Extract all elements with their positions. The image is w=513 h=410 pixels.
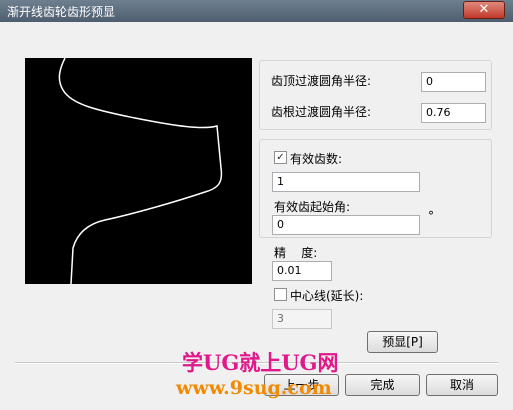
degree-symbol: ° — [428, 209, 434, 223]
effective-teeth-input[interactable]: 1 — [272, 172, 420, 192]
tooth-profile-curve — [58, 57, 223, 285]
precision-input[interactable]: 0.01 — [272, 261, 332, 281]
window-title: 渐开线齿轮齿形预显 — [7, 5, 116, 19]
gear-profile-preview — [25, 57, 252, 285]
root-fillet-label: 齿根过渡圆角半径: — [271, 105, 372, 119]
watermark-text: 学UG就上UG网 — [182, 350, 339, 375]
gear-tooth-profile — [58, 57, 223, 285]
close-icon: ✕ — [478, 2, 490, 17]
finish-button[interactable]: 完成 — [345, 374, 420, 396]
centerline-input: 3 — [272, 309, 332, 329]
tip-fillet-label: 齿顶过渡圆角半径: — [271, 74, 372, 88]
watermark-url: www.9sug.com — [176, 377, 332, 399]
preview-button[interactable]: 预显[P] — [367, 331, 438, 353]
effective-teeth-checkbox[interactable]: ✓ — [274, 151, 287, 164]
close-button[interactable]: ✕ — [463, 1, 505, 19]
dialog-window: 渐开线齿轮齿形预显 ✕ 齿顶过渡圆角半径: 0 齿根过渡圆角半径: 0.76 ✓… — [0, 0, 513, 410]
title-bar[interactable]: 渐开线齿轮齿形预显 ✕ — [0, 0, 513, 22]
start-angle-label: 有效齿起始角: — [274, 200, 351, 214]
check-icon: ✓ — [276, 152, 285, 163]
tip-fillet-input[interactable]: 0 — [421, 72, 486, 92]
centerline-label: 中心线(延长): — [290, 289, 364, 303]
dialog-client-area: 齿顶过渡圆角半径: 0 齿根过渡圆角半径: 0.76 ✓ 有效齿数: 1 有效齿… — [8, 22, 505, 402]
cancel-button[interactable]: 取消 — [426, 374, 498, 396]
precision-label: 精 度: — [274, 246, 318, 260]
centerline-checkbox[interactable] — [274, 288, 287, 301]
root-fillet-input[interactable]: 0.76 — [421, 103, 486, 123]
effective-teeth-label: 有效齿数: — [290, 152, 343, 166]
start-angle-input[interactable]: 0 — [272, 215, 420, 235]
